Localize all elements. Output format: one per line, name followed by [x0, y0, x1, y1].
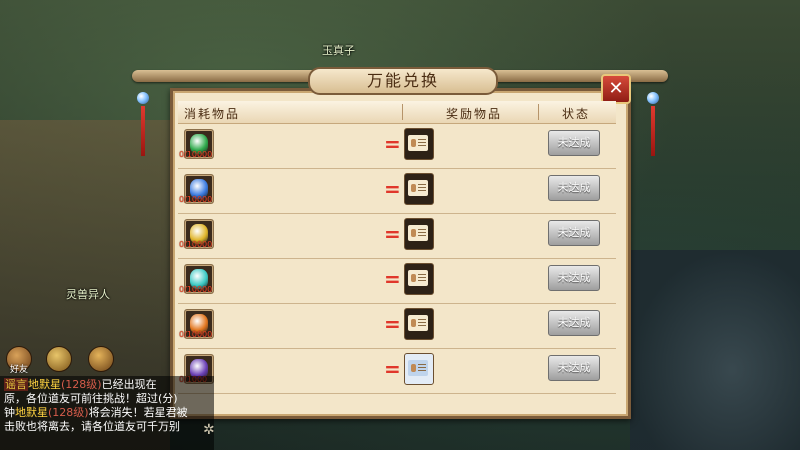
status-button[interactable]: 未达成 [548, 175, 600, 201]
exchange-row: 0/10000 = 未达成 [178, 124, 616, 169]
chat-line: 谣言地默星(128级)已经出现在 [4, 378, 157, 391]
header-status: 状态 [562, 107, 591, 121]
equals-sign: = [384, 312, 401, 336]
equals-sign: = [384, 222, 401, 246]
rock-cliff [630, 250, 800, 450]
exchange-row: 0/10000 = 未达成 [178, 214, 616, 259]
item-count: 0/10000 [179, 195, 213, 204]
chat-panel[interactable]: 谣言地默星(128级)已经出现在 原，各位道友可前往挑战！超过(分) 钟地默星(… [0, 376, 214, 450]
equals-sign: = [384, 177, 401, 201]
cyan-pet-egg-icon[interactable]: 0/10000 [179, 264, 214, 294]
exchange-row: 0/10000 = 未达成 [178, 259, 616, 304]
friends-label: 好友 [10, 365, 29, 375]
status-button[interactable]: 未达成 [548, 310, 600, 336]
green-pet-egg-icon[interactable]: 0/10000 [179, 129, 214, 159]
tassel-ornament-icon [646, 92, 660, 182]
equals-sign: = [384, 357, 401, 381]
npc-name-label[interactable]: 玉真子 [322, 42, 355, 58]
dialog-title: 万能兑换 [308, 67, 498, 95]
exchange-row: 0/10000 = 未达成 [178, 169, 616, 214]
identity-card-icon[interactable] [404, 308, 434, 340]
header-reward: 奖励物品 [446, 107, 503, 121]
identity-card-icon[interactable] [404, 218, 434, 250]
item-count: 0/10000 [179, 285, 213, 294]
npc-name-label[interactable]: 灵兽异人 [66, 286, 110, 302]
equals-sign: = [384, 132, 401, 156]
status-button[interactable]: 未达成 [548, 265, 600, 291]
orange-pet-egg-icon[interactable]: 0/10000 [179, 309, 214, 339]
chat-line: 原，各位道友可前往挑战！超过(分) [4, 392, 178, 405]
status-button[interactable]: 未达成 [548, 220, 600, 246]
identity-card-icon[interactable] [404, 128, 434, 160]
chat-line: 钟地默星(128级)将会消失！若星君被 [4, 406, 188, 419]
item-count: 0/10000 [179, 150, 213, 159]
chat-bubble-icon[interactable] [46, 346, 72, 372]
table-header: 消耗物品 奖励物品 状态 [178, 101, 616, 124]
gold-pet-egg-icon[interactable]: 0/10000 [179, 219, 214, 249]
chat-line: 击败也将离去，请各位道友可千万别 [4, 420, 180, 433]
close-icon[interactable]: ✕ [601, 74, 631, 104]
identity-card-icon[interactable] [404, 173, 434, 205]
item-count: 0/10000 [179, 240, 213, 249]
tassel-ornament-icon [136, 92, 150, 182]
microphone-icon[interactable] [88, 346, 114, 372]
exchange-row: 0/10000 = 未达成 [178, 304, 616, 349]
identity-card-icon[interactable] [404, 263, 434, 295]
header-consume: 消耗物品 [184, 107, 241, 121]
gear-icon[interactable]: ✲ [203, 422, 215, 438]
shield-badge-icon[interactable] [404, 353, 434, 385]
exchange-row: 0/1000 = 未达成 [178, 349, 616, 394]
item-count: 0/10000 [179, 330, 213, 339]
equals-sign: = [384, 267, 401, 291]
blue-pet-egg-icon[interactable]: 0/10000 [179, 174, 214, 204]
status-button[interactable]: 未达成 [548, 130, 600, 156]
status-button[interactable]: 未达成 [548, 355, 600, 381]
